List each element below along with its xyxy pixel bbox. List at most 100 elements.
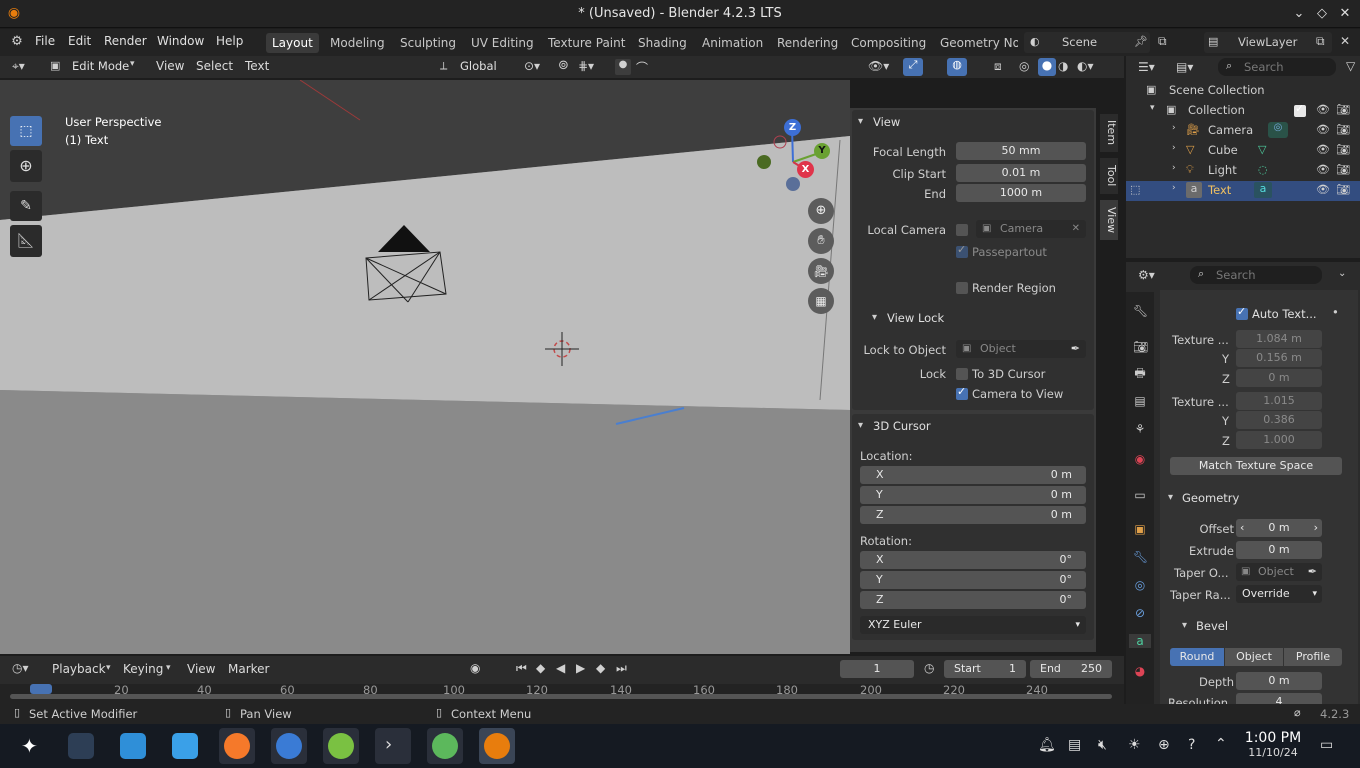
play-icon[interactable]: ▶ <box>576 661 585 675</box>
view-layer-selector[interactable]: ▤ ViewLayer <box>1204 32 1332 53</box>
files-button[interactable] <box>167 728 203 764</box>
end-frame-field[interactable]: End 250 <box>1030 660 1112 678</box>
clipboard-icon[interactable]: ▤ <box>1068 737 1081 753</box>
terminal-button[interactable]: › <box>375 728 411 764</box>
outliner-item-cube[interactable]: › ▽ Cube ▽ 👁︎ 📷︎ <box>1126 141 1360 161</box>
mode-selector[interactable]: ▣ Edit Mode ▾ <box>46 57 144 77</box>
jump-start-icon[interactable]: ⏮ <box>516 661 527 676</box>
render-camera-icon[interactable]: 📷︎ <box>1336 123 1350 136</box>
start-frame-field[interactable]: Start 1 <box>944 660 1026 678</box>
snap-icon[interactable]: ⊚ <box>558 58 569 73</box>
pivot-icon[interactable]: ⊙▾ <box>524 59 540 73</box>
outliner-item-light[interactable]: › 💡︎ Light ◌ 👁︎ 📷︎ <box>1126 161 1360 181</box>
outliner-search[interactable]: ⌕ Search <box>1218 58 1336 76</box>
android-app-button[interactable] <box>323 728 359 764</box>
properties-editor-icon[interactable]: ⚙▾ <box>1138 268 1155 282</box>
cursor-location-x[interactable]: X 0 m <box>860 466 1086 484</box>
snap-target-icon[interactable]: ⋕▾ <box>578 59 594 73</box>
render-camera-icon[interactable]: 📷︎ <box>1336 183 1350 196</box>
tab-sculpting[interactable]: Sculpting <box>394 33 462 53</box>
texture-location-x[interactable]: 1.084 m <box>1236 330 1322 348</box>
falloff-icon[interactable]: ⌒ <box>636 59 648 76</box>
properties-search[interactable]: ⌕ Search <box>1190 266 1322 284</box>
render-region-checkbox[interactable] <box>956 282 968 294</box>
menu-window[interactable]: Window <box>157 34 204 48</box>
eye-icon[interactable]: 👁︎ <box>1316 163 1330 176</box>
clock[interactable]: 1:00 PM 11/10/24 <box>1238 730 1308 759</box>
axis-z-gizmo[interactable]: Z <box>784 119 801 136</box>
bevel-mode-round[interactable]: Round <box>1170 648 1224 666</box>
collapse-icon[interactable]: ▾ <box>872 312 877 323</box>
render-camera-icon[interactable]: 📷︎ <box>1336 163 1350 176</box>
3d-viewport[interactable]: Z Y X ⊕ ✋︎ 🎥︎ ▦ User Perspective (1) Tex… <box>0 80 850 654</box>
collection-tab-icon[interactable]: ▭ <box>1133 488 1147 502</box>
tab-modeling[interactable]: Modeling <box>324 33 391 53</box>
collection-row[interactable]: ▾ ▣ Collection 👁︎ 📷︎ <box>1126 101 1360 121</box>
texture-size-y[interactable]: 0.386 <box>1236 411 1322 429</box>
tab-tool[interactable]: Tool <box>1100 158 1118 194</box>
view-layer-tab-icon[interactable]: ▤ <box>1133 394 1147 408</box>
menu-view[interactable]: View <box>156 59 184 73</box>
modifier-tab-icon[interactable]: 🔧︎ <box>1133 550 1148 564</box>
object-tab-icon[interactable]: ▣ <box>1133 522 1147 536</box>
cursor-location-y[interactable]: Y 0 m <box>860 486 1086 504</box>
filter-icon[interactable]: ▽ <box>1346 59 1355 73</box>
maximize-icon[interactable]: ◇ <box>1313 5 1331 23</box>
menu-text[interactable]: Text <box>245 59 269 73</box>
eye-icon[interactable]: 👁︎ <box>1316 143 1330 156</box>
ortho-toggle-button[interactable]: ▦ <box>808 288 834 314</box>
tab-texture-paint[interactable]: Texture Paint <box>542 33 631 53</box>
match-texture-space-button[interactable]: Match Texture Space <box>1170 457 1342 475</box>
outliner-editor-icon[interactable]: ☰▾ <box>1138 60 1155 74</box>
extrude-field[interactable]: 0 m <box>1236 541 1322 559</box>
local-camera-checkbox[interactable] <box>956 224 968 236</box>
chevron-down-icon[interactable]: ⌄ <box>1338 268 1346 279</box>
tab-shading[interactable]: Shading <box>632 33 693 53</box>
store-button[interactable] <box>115 728 151 764</box>
notification-icon[interactable]: 🔔︎ <box>1038 737 1056 753</box>
render-camera-icon[interactable]: 📷︎ <box>1336 143 1350 156</box>
axis-y-gizmo[interactable]: Y <box>814 143 830 159</box>
minimize-icon[interactable]: ⌄ <box>1290 5 1308 23</box>
material-tab-icon[interactable]: ◕ <box>1133 664 1147 678</box>
frame-ruler[interactable]: 20 40 60 80 100 120 140 160 180 200 220 … <box>0 684 1124 704</box>
focal-length-field[interactable]: 50 mm <box>956 142 1086 160</box>
wireframe-shading-icon[interactable]: ◎ <box>1019 59 1029 73</box>
taper-object-field[interactable]: ▣ Object ✒ <box>1236 563 1322 581</box>
network-icon[interactable]: ⊕ <box>1158 737 1170 753</box>
overlay-toggle-icon[interactable]: ◍ <box>947 58 967 76</box>
data-tab-icon[interactable]: a <box>1129 634 1151 648</box>
view-panel-title[interactable]: View <box>873 115 900 129</box>
texture-size-x[interactable]: 1.015 <box>1236 392 1322 410</box>
chevron-right-icon[interactable]: › <box>1172 183 1176 193</box>
play-reverse-icon[interactable]: ◀ <box>556 661 565 675</box>
cursor-rotation-x[interactable]: X 0° <box>860 551 1086 569</box>
tray-expand-icon[interactable]: ⌃ <box>1215 736 1227 752</box>
proportional-icon[interactable]: ● <box>615 59 631 75</box>
collapse-icon[interactable]: ▾ <box>858 420 863 431</box>
scene-collection-row[interactable]: ▣ Scene Collection <box>1126 81 1360 101</box>
collapse-icon[interactable]: ▾ <box>858 116 863 127</box>
jump-end-icon[interactable]: ⏭ <box>616 661 627 676</box>
chevron-right-icon[interactable]: › <box>1172 123 1176 133</box>
texture-location-z[interactable]: 0 m <box>1236 369 1322 387</box>
tab-item[interactable]: Item <box>1100 114 1118 152</box>
pin-icon[interactable]: 📌︎ <box>1134 35 1148 48</box>
tab-compositing[interactable]: Compositing <box>845 33 932 53</box>
eye-icon[interactable]: 👁︎ <box>1316 123 1330 136</box>
chevron-down-icon[interactable]: ▾ <box>1150 103 1155 113</box>
tab-uv-editing[interactable]: UV Editing <box>465 33 540 53</box>
camera-view-button[interactable]: 🎥︎ <box>808 258 834 284</box>
firefox-button[interactable] <box>219 728 255 764</box>
brightness-icon[interactable]: ☀ <box>1128 737 1141 753</box>
menu-view[interactable]: View <box>187 662 215 676</box>
passepartout-checkbox[interactable] <box>956 243 968 258</box>
cursor-rotation-y[interactable]: Y 0° <box>860 571 1086 589</box>
annotate-tool[interactable]: ✎ <box>10 191 42 221</box>
clip-end-field[interactable]: 1000 m <box>956 184 1086 202</box>
close-icon[interactable]: ✕ <box>1336 5 1354 23</box>
eyedropper-icon[interactable]: ✒ <box>1071 340 1080 358</box>
tab-rendering[interactable]: Rendering <box>771 33 844 53</box>
lock-object-field[interactable]: ▣ Object ✒ <box>956 340 1086 358</box>
resolution-field[interactable]: 4 <box>1236 693 1322 704</box>
